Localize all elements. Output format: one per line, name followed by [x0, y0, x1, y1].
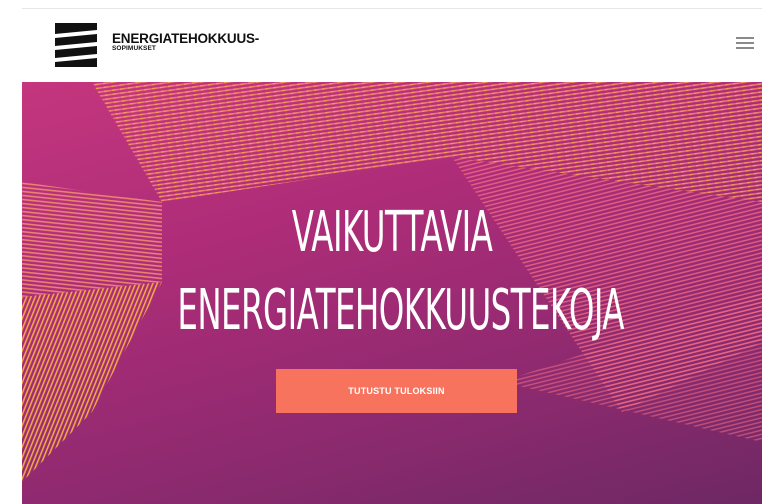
hero-title-line-2: ENERGIATEHOKKUUSTEKOJA: [177, 278, 624, 343]
cta-button[interactable]: TUTUSTU TULOKSIIN: [276, 369, 517, 413]
hero-title-line-1: VAIKUTTAVIA: [291, 200, 493, 265]
logo-line-2: SOPIMUKSET: [112, 45, 156, 52]
stacked-bars-logo-icon: [55, 23, 97, 67]
site-logo[interactable]: ENERGIATEHOKKUUS- SOPIMUKSET: [53, 21, 259, 69]
hero-banner: VAIKUTTAVIA ENERGIATEHOKKUUSTEKOJA TUTUS…: [22, 82, 762, 504]
site-header: ENERGIATEHOKKUUS- SOPIMUKSET: [0, 9, 762, 82]
hamburger-menu-icon[interactable]: [736, 37, 754, 53]
logo-line-1: ENERGIATEHOKKUUS-: [112, 30, 260, 46]
logo-wordmark: ENERGIATEHOKKUUS- SOPIMUKSET: [112, 30, 260, 53]
